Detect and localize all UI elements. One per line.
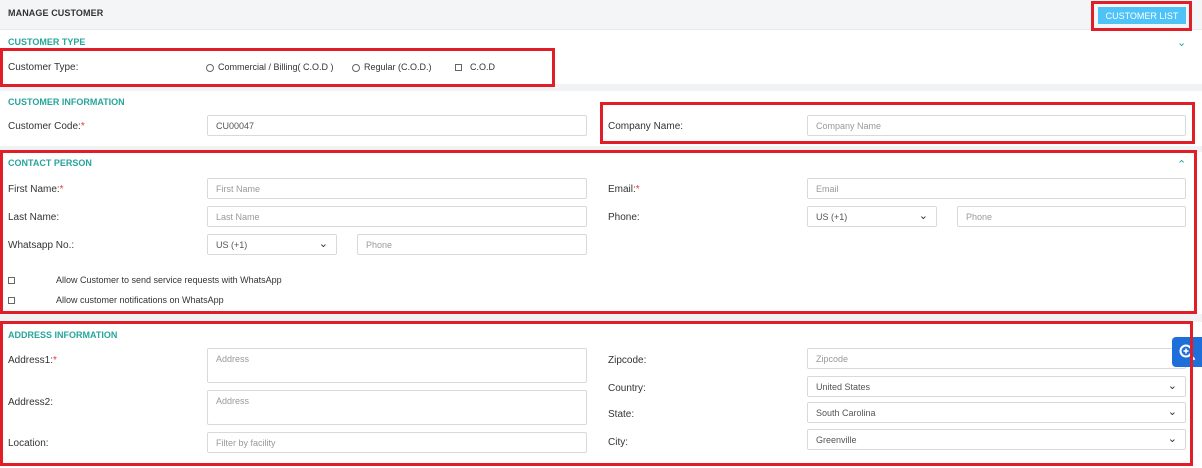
required-mark: * xyxy=(80,121,85,132)
section-title-contact-person: CONTACT PERSON xyxy=(8,158,92,168)
customer-code-label: Customer Code:* xyxy=(8,121,85,132)
section-title-customer-type: CUSTOMER TYPE xyxy=(8,37,86,47)
whatsapp-country-select[interactable]: US (+1) ⌄ xyxy=(207,234,337,255)
address1-label: Address1:* xyxy=(8,355,57,366)
required-mark: * xyxy=(59,184,64,195)
section-divider xyxy=(0,146,1202,152)
zipcode-label: Zipcode: xyxy=(608,355,647,366)
chevron-down-icon: ⌄ xyxy=(918,210,928,222)
chevron-down-icon: ⌄ xyxy=(318,238,328,250)
email-input[interactable]: Email xyxy=(807,178,1186,199)
address1-input[interactable]: Address xyxy=(207,348,587,383)
first-name-label: First Name:* xyxy=(8,184,64,195)
checkbox-icon[interactable] xyxy=(8,277,15,285)
required-mark: * xyxy=(635,184,640,195)
whatsapp-input[interactable]: Phone xyxy=(357,234,587,255)
radio-icon[interactable] xyxy=(352,63,360,72)
location-input[interactable]: Filter by facility xyxy=(207,432,587,453)
radio-regular[interactable]: Regular (C.O.D.) xyxy=(352,62,432,72)
customer-list-button[interactable]: CUSTOMER LIST xyxy=(1098,7,1186,24)
state-label: State: xyxy=(608,409,635,420)
required-mark: * xyxy=(53,355,57,366)
email-label: Email:* xyxy=(608,184,640,195)
section-title-customer-information: CUSTOMER INFORMATION xyxy=(8,97,125,107)
chevron-down-icon: ⌄ xyxy=(1167,406,1177,418)
chevron-down-icon[interactable]: ⌄ xyxy=(1177,38,1186,49)
city-label: City: xyxy=(608,437,628,448)
location-label: Location: xyxy=(8,438,49,449)
chevron-down-icon: ⌄ xyxy=(1167,433,1177,445)
radio-commercial[interactable]: Commercial / Billing( C.O.D ) xyxy=(206,62,334,72)
chevron-up-icon[interactable]: ⌃ xyxy=(1177,160,1186,171)
phone-country-select[interactable]: US (+1) ⌄ xyxy=(807,206,937,227)
allow-service-requests-option[interactable]: Allow Customer to send service requests … xyxy=(8,275,282,285)
zoom-in-icon xyxy=(1179,344,1196,361)
phone-input[interactable]: Phone xyxy=(957,206,1186,227)
checkbox-icon[interactable] xyxy=(455,64,462,72)
company-name-input[interactable]: Company Name xyxy=(807,115,1186,136)
first-name-input[interactable]: First Name xyxy=(207,178,587,199)
radio-icon[interactable] xyxy=(206,63,214,72)
chevron-down-icon: ⌄ xyxy=(1167,380,1177,392)
address2-input[interactable]: Address xyxy=(207,390,587,425)
section-divider xyxy=(0,84,1202,91)
last-name-label: Last Name: xyxy=(8,212,60,223)
whatsapp-label: Whatsapp No.: xyxy=(8,240,75,251)
state-select[interactable]: South Carolina ⌄ xyxy=(807,402,1186,423)
allow-notifications-option[interactable]: Allow customer notifications on WhatsApp xyxy=(8,295,224,305)
section-divider xyxy=(0,314,1202,322)
company-name-label: Company Name: xyxy=(608,121,684,132)
section-title-address-information: ADDRESS INFORMATION xyxy=(8,330,118,340)
city-select[interactable]: Greenville ⌄ xyxy=(807,429,1186,450)
last-name-input[interactable]: Last Name xyxy=(207,206,587,227)
highlight-box xyxy=(0,150,1197,314)
checkbox-cod[interactable]: C.O.D xyxy=(455,62,495,72)
checkbox-icon[interactable] xyxy=(8,297,15,305)
page-title: MANAGE CUSTOMER xyxy=(8,8,104,18)
page-header: MANAGE CUSTOMER CUSTOMER LIST xyxy=(0,0,1202,30)
zoom-button[interactable] xyxy=(1172,337,1202,367)
country-label: Country: xyxy=(608,383,646,394)
customer-type-label: Customer Type: xyxy=(8,62,79,73)
phone-label: Phone: xyxy=(608,212,640,223)
zipcode-input[interactable]: Zipcode xyxy=(807,348,1186,369)
country-select[interactable]: United States ⌄ xyxy=(807,376,1186,397)
address2-label: Address2: xyxy=(8,397,54,408)
customer-code-input[interactable]: CU00047 xyxy=(207,115,587,136)
